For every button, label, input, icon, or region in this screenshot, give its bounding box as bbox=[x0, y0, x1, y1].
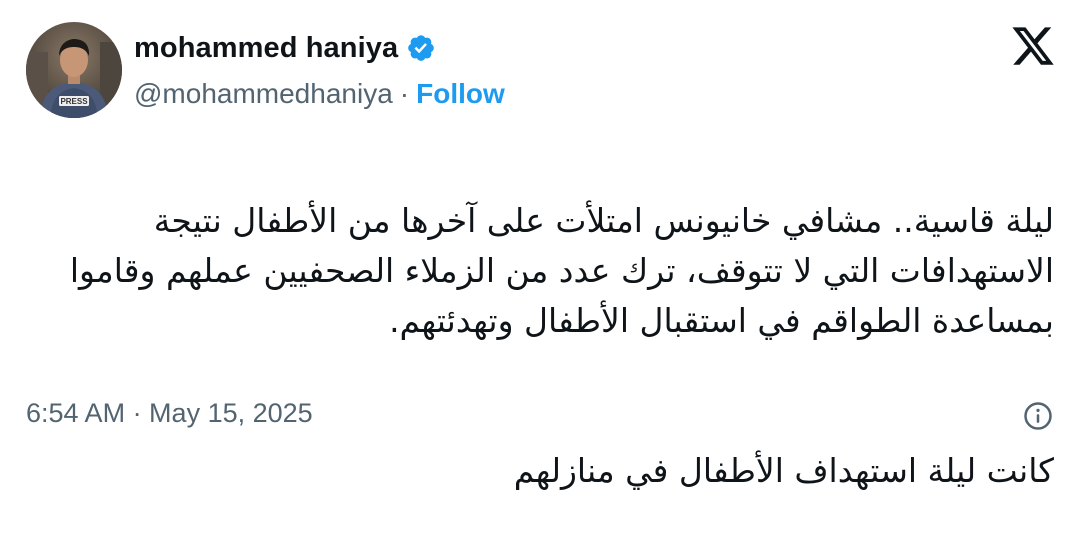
x-logo-icon[interactable] bbox=[1010, 25, 1056, 69]
tweet-text: ليلة قاسية.. مشافي خانيونس امتلأت على آخ… bbox=[54, 146, 1054, 546]
follow-button[interactable]: Follow bbox=[416, 78, 505, 110]
avatar[interactable]: PRESS bbox=[26, 22, 122, 118]
tweet-paragraph: ليلة قاسية.. مشافي خانيونس امتلأت على آخ… bbox=[69, 201, 1054, 340]
separator-dot: · bbox=[399, 78, 410, 109]
tweet-card: PRESS mohammed haniya @mohammedhaniya · … bbox=[0, 0, 1082, 490]
author-display-name[interactable]: mohammed haniya bbox=[134, 32, 398, 65]
author-name-row: mohammed haniya bbox=[134, 30, 436, 66]
info-icon[interactable] bbox=[1023, 401, 1053, 431]
avatar-image: PRESS bbox=[26, 22, 122, 118]
author-handle[interactable]: @mohammedhaniya bbox=[134, 78, 393, 110]
tweet-paragraph: كانت ليلة استهداف الأطفال في منازلهم bbox=[513, 451, 1054, 490]
avatar-press-label: PRESS bbox=[60, 97, 88, 106]
verified-badge-icon bbox=[406, 33, 436, 63]
tweet-timestamp[interactable]: 6:54 AM · May 15, 2025 bbox=[26, 398, 313, 429]
author-handle-row: @mohammedhaniya · Follow bbox=[134, 76, 505, 112]
